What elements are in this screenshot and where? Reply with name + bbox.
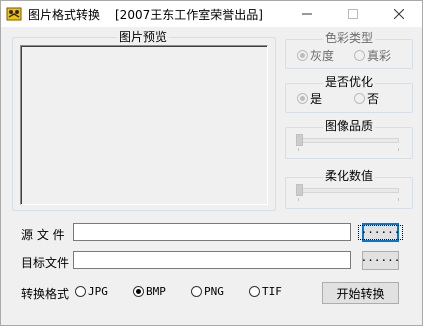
minimize-button[interactable] bbox=[284, 1, 330, 27]
quality-slider-track[interactable] bbox=[296, 138, 399, 143]
close-button[interactable] bbox=[376, 1, 422, 27]
source-browse-label: ······ bbox=[357, 225, 404, 240]
window-title: 图片格式转换 bbox=[28, 8, 101, 22]
close-icon bbox=[394, 9, 404, 19]
soften-slider-tick bbox=[298, 198, 299, 201]
title-bar: 图片格式转换 [2007王东工作室荣誉出品] bbox=[1, 1, 422, 27]
radio-label: 真彩 bbox=[367, 49, 392, 63]
optimize-title: 是否优化 bbox=[323, 75, 376, 89]
source-browse-button[interactable]: ······ bbox=[357, 223, 404, 242]
radio-dot bbox=[354, 50, 365, 61]
color-type-title: 色彩类型 bbox=[323, 31, 376, 45]
radio-dot bbox=[191, 286, 202, 297]
format-jpg-radio[interactable]: JPG bbox=[75, 285, 108, 298]
color-type-gray-radio[interactable]: 灰度 bbox=[297, 47, 334, 64]
radio-dot bbox=[249, 286, 260, 297]
soften-slider-thumb[interactable] bbox=[296, 184, 303, 196]
start-convert-button[interactable]: 开始转换 bbox=[322, 282, 399, 304]
color-type-truecolor-radio[interactable]: 真彩 bbox=[354, 47, 391, 64]
app-icon bbox=[6, 7, 22, 21]
radio-label: PNG bbox=[204, 285, 224, 298]
radio-dot bbox=[133, 286, 144, 297]
radio-label: 灰度 bbox=[310, 49, 335, 63]
preview-title: 图片预览 bbox=[117, 30, 170, 44]
target-browse-button[interactable]: ······ bbox=[360, 251, 401, 270]
radio-label: TIF bbox=[262, 285, 282, 298]
target-file-label: 目标文件 bbox=[21, 256, 70, 270]
source-file-label: 源 文 件 bbox=[21, 228, 65, 242]
format-png-radio[interactable]: PNG bbox=[191, 285, 224, 298]
preview-canvas bbox=[20, 45, 268, 205]
target-file-input[interactable] bbox=[73, 251, 351, 269]
minimize-icon bbox=[302, 13, 312, 15]
quality-slider-thumb[interactable] bbox=[296, 134, 303, 146]
window-subtitle: [2007王东工作室荣誉出品] bbox=[115, 8, 263, 22]
maximize-icon bbox=[348, 9, 358, 19]
radio-dot bbox=[297, 50, 308, 61]
optimize-no-radio[interactable]: 否 bbox=[354, 90, 379, 107]
source-file-input[interactable] bbox=[73, 223, 351, 241]
radio-dot bbox=[75, 286, 86, 297]
start-convert-label: 开始转换 bbox=[336, 286, 385, 301]
radio-dot bbox=[297, 93, 308, 104]
format-tif-radio[interactable]: TIF bbox=[249, 285, 282, 298]
quality-slider-tick bbox=[298, 148, 299, 151]
quality-title: 图像品质 bbox=[323, 119, 376, 133]
maximize-button[interactable] bbox=[330, 1, 376, 27]
radio-label: 否 bbox=[367, 92, 380, 106]
radio-label: 是 bbox=[310, 92, 323, 106]
app-window: 图片格式转换 [2007王东工作室荣誉出品] 图片预览 色彩类型 灰度 真彩 是… bbox=[0, 0, 423, 326]
quality-slider-tick bbox=[398, 148, 399, 151]
soften-title: 柔化数值 bbox=[323, 169, 376, 183]
radio-label: BMP bbox=[146, 285, 166, 298]
format-label: 转换格式 bbox=[21, 287, 70, 301]
target-browse-label: ······ bbox=[360, 254, 401, 267]
soften-slider-track[interactable] bbox=[296, 188, 399, 193]
format-bmp-radio[interactable]: BMP bbox=[133, 285, 166, 298]
radio-label: JPG bbox=[88, 285, 108, 298]
optimize-yes-radio[interactable]: 是 bbox=[297, 90, 322, 107]
soften-slider-tick bbox=[398, 198, 399, 201]
radio-dot bbox=[354, 93, 365, 104]
